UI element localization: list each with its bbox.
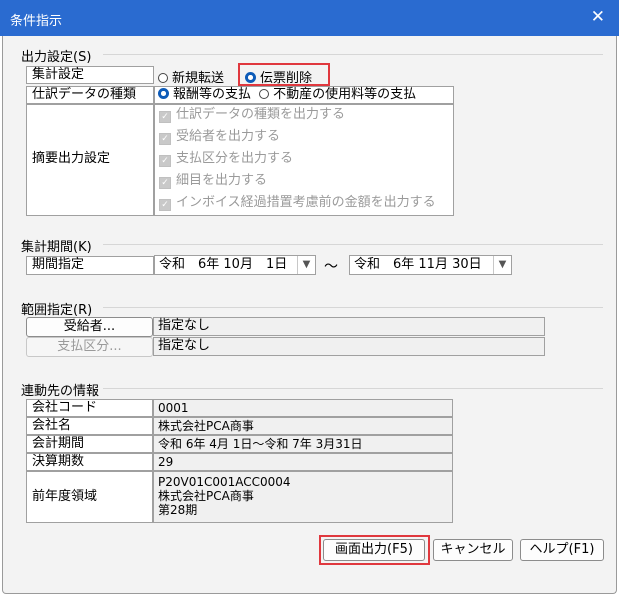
aggregate-label: 集計設定: [26, 66, 154, 84]
period-heading: 集計期間(K): [21, 236, 92, 255]
previous-year-value: P20V01C001ACC0004 株式会社PCA商事 第28期: [153, 471, 453, 523]
period-from-select[interactable]: 令和 6年 10月 1日 ▼: [154, 255, 316, 275]
settlement-term-label: 決算期数: [26, 453, 153, 471]
journal-type-options: 報酬等の支払 不動産の使用料等の支払: [154, 86, 454, 104]
title-bar: 条件指示 ✕: [0, 0, 619, 36]
checkbox-checked-icon: ✓: [159, 133, 171, 145]
recipient-button[interactable]: 受給者...: [26, 317, 153, 337]
chevron-down-icon: ▼: [493, 256, 511, 274]
company-name-value: 株式会社PCA商事: [153, 417, 453, 435]
divider: [103, 244, 603, 245]
checkbox-checked-icon: ✓: [159, 177, 171, 189]
checkbox-checked-icon: ✓: [159, 199, 171, 211]
journal-option-rent[interactable]: 不動産の使用料等の支払: [259, 87, 416, 102]
company-name-label: 会社名: [26, 417, 153, 435]
period-label: 期間指定: [26, 256, 154, 275]
radio-icon: [158, 73, 168, 83]
help-button[interactable]: ヘルプ(F1): [520, 539, 604, 561]
fiscal-period-value: 令和 6年 4月 1日〜令和 7年 3月31日: [153, 435, 453, 453]
link-info-heading: 連動先の情報: [21, 380, 100, 399]
previous-year-label: 前年度領域: [26, 471, 153, 523]
output-settings-heading: 出力設定(S): [21, 46, 92, 65]
summary-option-journal-type[interactable]: ✓ 仕訳データの種類を出力する: [159, 107, 453, 129]
journal-type-label: 仕訳データの種類: [26, 86, 154, 104]
previous-year-line: 第28期: [158, 503, 198, 517]
highlight-box: [238, 63, 330, 86]
previous-year-line: 株式会社PCA商事: [158, 489, 254, 503]
radio-selected-icon: [158, 88, 169, 99]
radio-icon: [259, 89, 270, 99]
dialog-body: 出力設定(S) 集計設定 新規転送 伝票削除 仕訳データの種類 報酬等の支払 不…: [2, 36, 617, 594]
range-heading: 範囲指定(R): [21, 299, 93, 318]
checkbox-checked-icon: ✓: [159, 155, 171, 167]
summary-options: ✓ 仕訳データの種類を出力する ✓ 受給者を出力する ✓ 支払区分を出力する ✓ 細目を…: [154, 104, 454, 216]
period-to-select[interactable]: 令和 6年 11月 30日 ▼: [349, 255, 512, 275]
payment-type-button[interactable]: 支払区分...: [26, 337, 153, 357]
close-icon[interactable]: ✕: [591, 7, 605, 27]
settlement-term-value: 29: [153, 453, 453, 471]
summary-output-label: 摘要出力設定: [26, 104, 154, 216]
company-code-value: 0001: [153, 399, 453, 417]
chevron-down-icon: ▼: [297, 256, 315, 274]
summary-option-invoice[interactable]: ✓ インボイス経過措置考慮前の金額を出力する: [159, 195, 453, 217]
window-title: 条件指示: [10, 14, 63, 29]
company-code-label: 会社コード: [26, 399, 153, 417]
period-separator: 〜: [324, 259, 338, 275]
checkbox-checked-icon: ✓: [159, 111, 171, 123]
summary-option-payment[interactable]: ✓ 支払区分を出力する: [159, 151, 453, 173]
fiscal-period-label: 会計期間: [26, 435, 153, 453]
divider: [103, 54, 603, 55]
cancel-button[interactable]: キャンセル: [433, 539, 513, 561]
recipient-value: 指定なし: [153, 317, 545, 336]
previous-year-line: P20V01C001ACC0004: [158, 475, 291, 489]
highlight-box: [319, 535, 430, 565]
aggregate-option-new[interactable]: 新規転送: [158, 67, 224, 86]
summary-option-detail[interactable]: ✓ 細目を出力する: [159, 173, 453, 195]
divider: [103, 307, 603, 308]
journal-option-fee[interactable]: 報酬等の支払: [158, 87, 251, 102]
divider: [103, 388, 603, 389]
payment-type-value: 指定なし: [153, 337, 545, 356]
summary-option-recipient[interactable]: ✓ 受給者を出力する: [159, 129, 453, 151]
